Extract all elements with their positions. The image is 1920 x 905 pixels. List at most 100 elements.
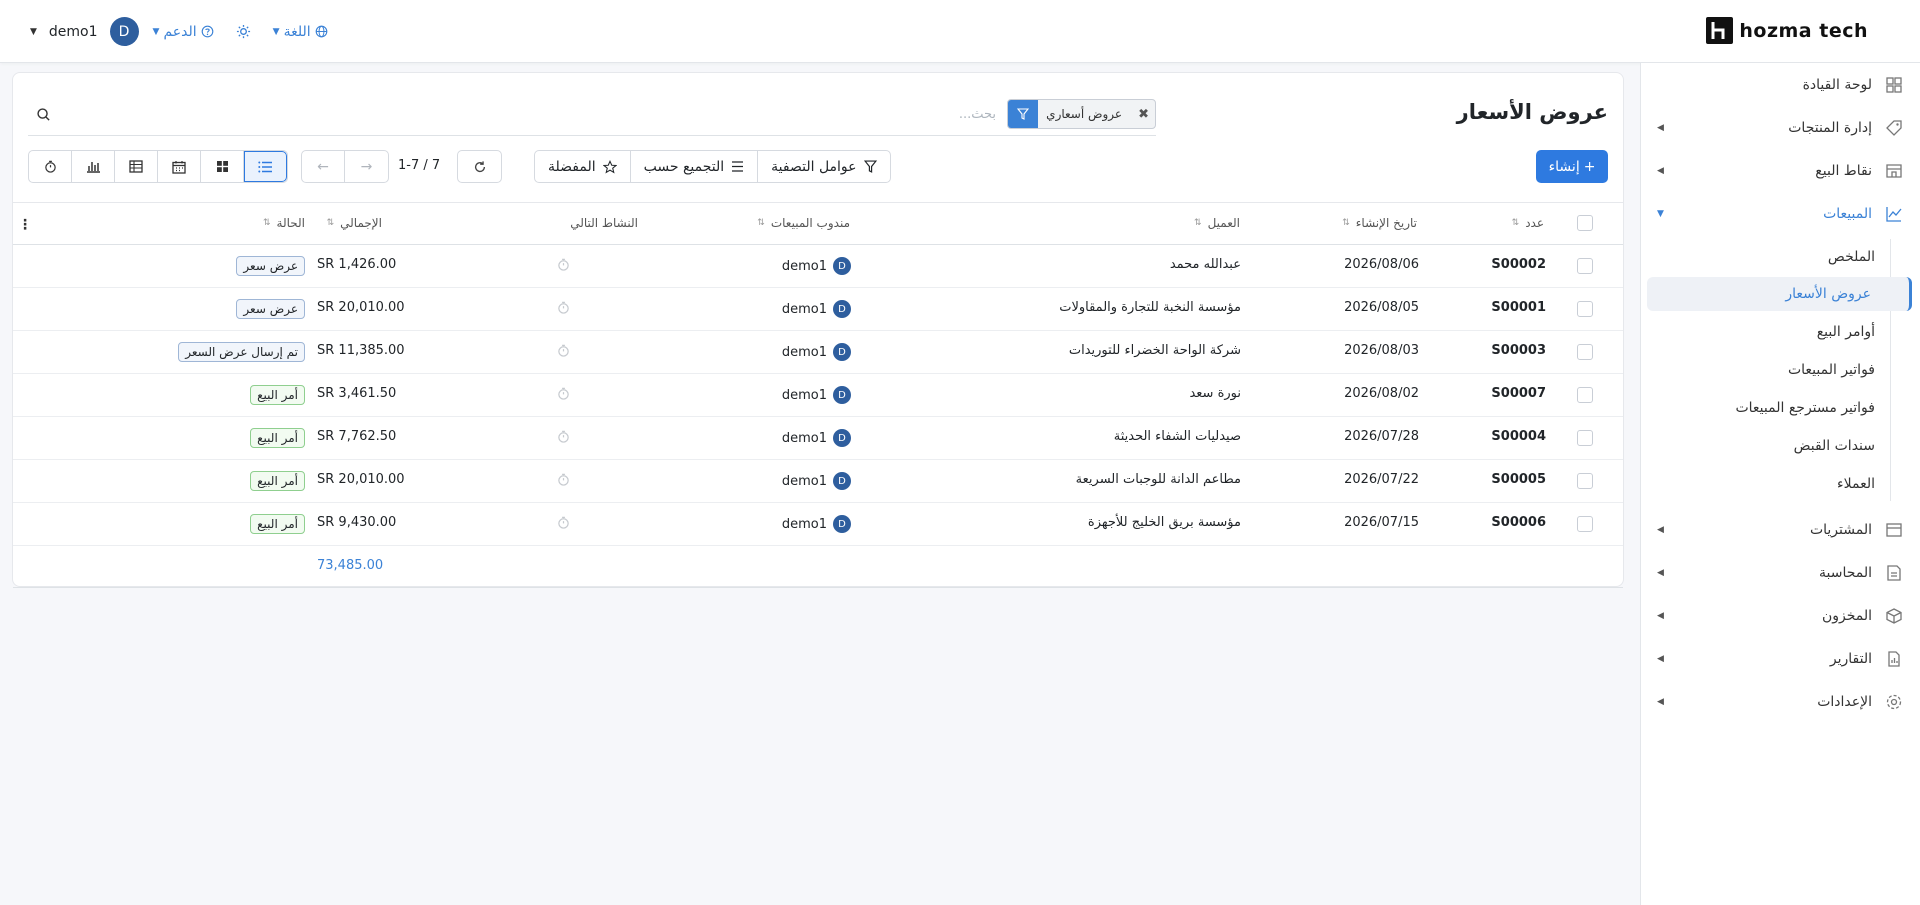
row-checkbox[interactable] — [1577, 301, 1593, 317]
stopwatch-icon[interactable] — [557, 387, 570, 400]
salesperson: D demo1 — [782, 472, 851, 490]
language-menu[interactable]: ▼ اللغة — [273, 24, 328, 40]
created-date: 2026/07/22 — [1344, 472, 1419, 487]
stopwatch-icon[interactable] — [557, 344, 570, 357]
globe-icon — [315, 25, 327, 38]
user-menu-caret-icon[interactable]: ▼ — [30, 27, 37, 37]
column-header-salesperson[interactable]: مندوب المبيعات ⇅ — [757, 216, 850, 230]
sidebar-subitem-receipts[interactable]: سندات القبض — [1794, 429, 1875, 463]
column-header-created[interactable]: تاريخ الإنشاء ⇅ — [1342, 216, 1417, 230]
search-facet[interactable]: ✖ عروض أسعاري — [1007, 99, 1156, 129]
search-bar: ✖ عروض أسعاري — [28, 96, 1156, 136]
sidebar-subitem-customers[interactable]: العملاء — [1837, 467, 1875, 501]
column-header-customer[interactable]: العميل ⇅ — [1194, 216, 1240, 230]
graph-view-button[interactable] — [72, 151, 115, 182]
stopwatch-icon[interactable] — [557, 473, 570, 486]
sidebar-item-reports[interactable]: التقارير ◀ — [1640, 637, 1920, 680]
calendar-view-button[interactable] — [158, 151, 201, 182]
row-checkbox[interactable] — [1577, 473, 1593, 489]
brand-logo[interactable]: hozma tech — [1706, 17, 1868, 44]
table-row[interactable]: S00006 2026/07/15 مؤسسة بريق الخليج للأج… — [13, 503, 1623, 546]
support-label: الدعم — [163, 23, 197, 40]
sidebar-item-inventory[interactable]: المخزون ◀ — [1640, 594, 1920, 637]
table-row[interactable]: S00007 2026/08/02 نورة سعد D demo1 SR 3,… — [13, 374, 1623, 417]
row-checkbox[interactable] — [1577, 430, 1593, 446]
table-row[interactable]: S00001 2026/08/05 مؤسسة النخبة للتجارة و… — [13, 288, 1623, 331]
sidebar-subitem-quotations[interactable]: عروض الأسعار — [1647, 277, 1912, 311]
pivot-view-button[interactable] — [115, 151, 158, 182]
accounting-icon — [1887, 564, 1901, 581]
stopwatch-icon[interactable] — [557, 516, 570, 529]
search-icon[interactable] — [36, 107, 51, 122]
search-input[interactable] — [396, 102, 996, 126]
header-label: الإجمالي — [340, 216, 382, 230]
row-checkbox[interactable] — [1577, 387, 1593, 403]
stopwatch-icon[interactable] — [557, 430, 570, 443]
kanban-view-button[interactable] — [201, 151, 244, 182]
refresh-button[interactable] — [457, 150, 502, 183]
support-caret-icon: ▼ — [152, 26, 160, 37]
sidebar-item-products[interactable]: إدارة المنتجات ◀ — [1640, 106, 1920, 149]
total-amount: SR 3,461.50 — [317, 386, 397, 401]
stopwatch-icon[interactable] — [557, 301, 570, 314]
sidebar-item-purchases[interactable]: المشتريات ◀ — [1640, 508, 1920, 551]
stopwatch-icon[interactable] — [557, 258, 570, 271]
column-settings-icon[interactable]: ⋮ — [18, 217, 32, 233]
row-checkbox[interactable] — [1577, 258, 1593, 274]
sidebar-subitem-credit-notes[interactable]: فواتير مسترجع المبيعات — [1735, 391, 1875, 425]
header-label: مندوب المبيعات — [770, 216, 850, 230]
header-label: العميل — [1207, 216, 1240, 230]
group-by-button[interactable]: التجميع حسب — [629, 151, 758, 182]
favorites-button[interactable]: المفضلة — [535, 151, 630, 182]
sidebar-item-pos[interactable]: نقاط البيع ◀ — [1640, 149, 1920, 192]
row-checkbox[interactable] — [1577, 516, 1593, 532]
table-row[interactable]: S00003 2026/08/03 شركة الواحة الخضراء لل… — [13, 331, 1623, 374]
list-view-button[interactable] — [244, 151, 287, 182]
user-name[interactable]: demo1 — [49, 24, 98, 40]
sidebar-subitem-invoices[interactable]: فواتير المبيعات — [1788, 353, 1875, 387]
table-row[interactable]: S00005 2026/07/22 مطاعم الدانة للوجبات ا… — [13, 460, 1623, 503]
sidebar-item-label: نقاط البيع — [1815, 162, 1872, 179]
pager-previous-button[interactable]: ← — [302, 151, 345, 182]
report-icon — [1888, 650, 1900, 667]
sidebar-item-label: لوحة القيادة — [1802, 76, 1872, 93]
select-all-checkbox[interactable] — [1577, 215, 1593, 231]
sidebar-item-settings[interactable]: الإعدادات ◀ — [1640, 680, 1920, 723]
sort-icon: ⇅ — [262, 218, 271, 228]
filters-button[interactable]: عوامل التصفية — [757, 151, 889, 182]
logo-text: hozma tech — [1739, 19, 1868, 42]
grand-total: 73,485.00 — [317, 558, 384, 573]
customer-name: صيدليات الشفاء الحديثة — [1113, 429, 1241, 444]
support-menu[interactable]: ▼ الدعم — [153, 24, 214, 40]
pager-next-button[interactable]: → — [345, 151, 388, 182]
column-header-total[interactable]: الإجمالي ⇅ — [327, 216, 382, 230]
page-title: عروض الأسعار — [1456, 100, 1608, 124]
close-icon[interactable]: ✖ — [1130, 107, 1155, 122]
user-avatar[interactable]: D — [109, 17, 139, 46]
customer-name: مؤسسة بريق الخليج للأجهزة — [1087, 515, 1241, 530]
sidebar-subitem-summary[interactable]: الملخص — [1828, 240, 1875, 274]
sidebar-subitem-sales-orders[interactable]: أوامر البيع — [1817, 315, 1875, 349]
header-label: عدد — [1525, 216, 1544, 230]
total-amount: SR 20,010.00 — [317, 472, 405, 487]
column-header-next-activity[interactable]: النشاط التالي — [570, 216, 638, 230]
theme-toggle[interactable] — [236, 24, 251, 39]
column-header-status[interactable]: الحالة ⇅ — [263, 216, 305, 230]
column-header-number[interactable]: عدد ⇅ — [1512, 216, 1544, 230]
row-checkbox[interactable] — [1577, 344, 1593, 360]
sidebar-item-accounting[interactable]: المحاسبة ◀ — [1640, 551, 1920, 594]
sidebar-item-sales[interactable]: المبيعات ▼ — [1640, 192, 1920, 235]
salesperson-avatar: D — [833, 257, 851, 275]
sidebar-item-label: الإعدادات — [1817, 693, 1872, 710]
activity-view-button[interactable] — [29, 151, 72, 182]
table-row[interactable]: S00002 2026/08/06 عبدالله محمد D demo1 S… — [13, 245, 1623, 288]
stopwatch-icon — [44, 160, 56, 173]
total-amount: SR 20,010.00 — [317, 300, 405, 315]
sidebar-item-dashboard[interactable]: لوحة القيادة — [1640, 63, 1920, 106]
quote-number: S00006 — [1491, 515, 1546, 530]
create-button[interactable]: + إنشاء — [1536, 150, 1608, 183]
table-row[interactable]: S00004 2026/07/28 صيدليات الشفاء الحديثة… — [13, 417, 1623, 460]
help-circle-icon — [201, 25, 214, 38]
pager-value[interactable]: 1-7 / 7 — [398, 158, 440, 173]
salesperson: D demo1 — [782, 386, 851, 404]
